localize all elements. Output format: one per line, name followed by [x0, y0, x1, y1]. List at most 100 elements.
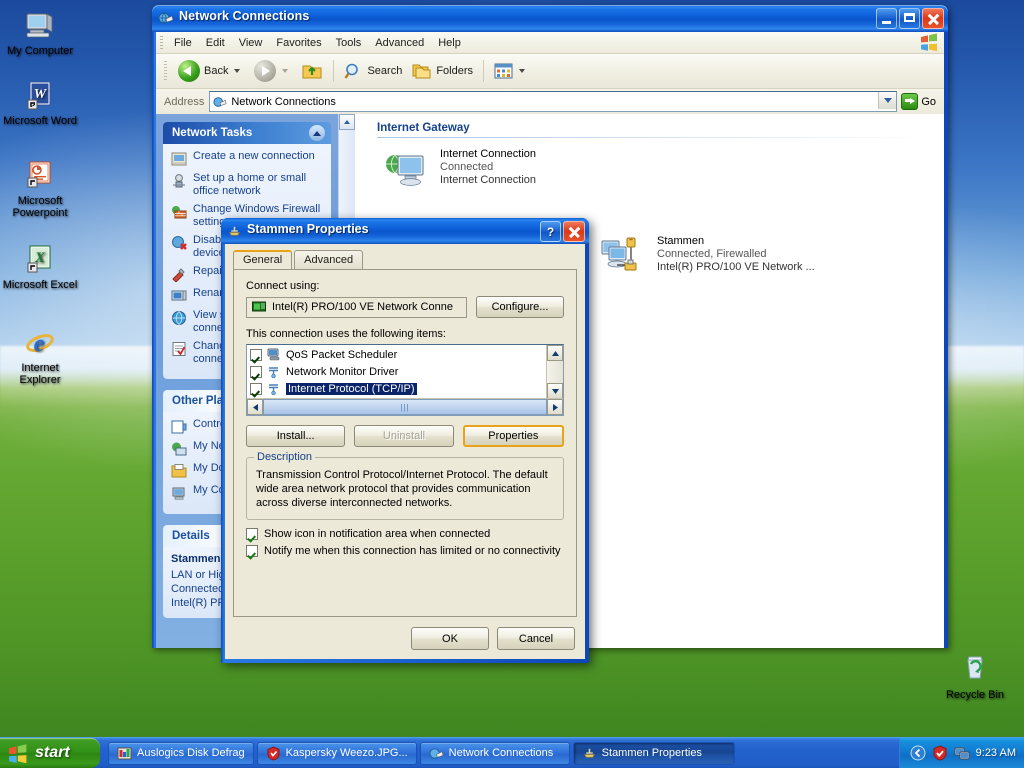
menu-edit[interactable]: Edit: [199, 36, 232, 50]
windows-flag-icon: [8, 743, 29, 763]
component-checkbox[interactable]: [250, 382, 262, 395]
back-dropdown-icon[interactable]: [234, 69, 241, 73]
help-button[interactable]: ?: [540, 221, 561, 242]
show-hidden-icons-icon[interactable]: [910, 745, 926, 761]
menu-help[interactable]: Help: [431, 36, 468, 50]
taskbar-button-stammen-properties[interactable]: Stammen Properties: [572, 741, 735, 765]
scroll-right-icon[interactable]: [547, 399, 563, 415]
desktop-icon-microsoft-powerpoint[interactable]: Microsoft Powerpoint: [0, 158, 80, 223]
window-buttons[interactable]: [876, 8, 944, 29]
desktop-icon-microsoft-excel[interactable]: X Microsoft Excel: [0, 242, 80, 295]
disable-device-icon: [171, 235, 187, 251]
desktop-icon-my-computer[interactable]: My Computer: [0, 8, 80, 61]
desktop-icon-internet-explorer[interactable]: e Internet Explorer: [0, 325, 80, 390]
network-connections-icon: [429, 746, 444, 761]
connection-text: Internet Connection Connected Internet C…: [440, 148, 536, 187]
desktop-icon-recycle-bin[interactable]: Recycle Bin: [935, 652, 1015, 705]
group-divider: [377, 137, 930, 138]
scroll-up-icon[interactable]: [547, 345, 563, 361]
components-listbox[interactable]: QoS Packet Scheduler Network Monitor Dri…: [246, 344, 564, 416]
taskbar-button-label: Stammen Properties: [601, 747, 702, 759]
component-checkbox[interactable]: [250, 365, 262, 378]
menu-tools[interactable]: Tools: [329, 36, 369, 50]
list-item[interactable]: QoS Packet Scheduler: [247, 346, 546, 363]
desktop-icon-microsoft-word[interactable]: W Microsoft Word: [0, 78, 80, 131]
close-icon[interactable]: [563, 221, 585, 242]
maximize-icon[interactable]: [899, 8, 920, 29]
window-titlebar[interactable]: Network Connections: [152, 5, 948, 32]
menu-view[interactable]: View: [232, 36, 270, 50]
forward-button[interactable]: [249, 57, 293, 85]
taskbar-button-kaspersky[interactable]: Kaspersky Weezo.JPG...: [256, 741, 417, 765]
address-label: Address: [164, 95, 205, 108]
install-button[interactable]: Install...: [246, 425, 346, 447]
menu-advanced[interactable]: Advanced: [368, 36, 431, 50]
control-panel-icon: [171, 419, 187, 435]
svg-text:e: e: [34, 331, 45, 357]
tab-advanced[interactable]: Advanced: [294, 250, 364, 269]
start-button[interactable]: start: [0, 738, 100, 768]
taskbar[interactable]: start Auslogics Disk Defrag Kaspersky We…: [0, 737, 1024, 768]
connection-item-internet-connection[interactable]: Internet Connection Connected Internet C…: [355, 148, 944, 192]
kaspersky-tray-icon[interactable]: [932, 745, 948, 761]
cancel-button[interactable]: Cancel: [497, 627, 575, 650]
taskbar-buttons[interactable]: Auslogics Disk Defrag Kaspersky Weezo.JP…: [108, 741, 735, 765]
desktop[interactable]: My Computer W Microsoft Word Microsoft P…: [0, 0, 1024, 768]
search-button[interactable]: Search: [339, 59, 407, 84]
properties-button[interactable]: Properties: [462, 425, 564, 447]
menu-file[interactable]: File: [167, 36, 199, 50]
network-tray-icon[interactable]: [954, 745, 970, 761]
notify-checkbox-row[interactable]: Notify me when this connection has limit…: [246, 545, 564, 557]
list-item[interactable]: Internet Protocol (TCP/IP): [247, 380, 546, 397]
adapter-field[interactable]: Intel(R) PRO/100 VE Network Conne: [246, 296, 467, 318]
folders-button[interactable]: Folders: [407, 59, 478, 83]
chevron-up-icon[interactable]: [309, 125, 325, 141]
menu-grip[interactable]: [160, 36, 163, 49]
menu-favorites[interactable]: Favorites: [269, 36, 328, 50]
show-icon-checkbox-row[interactable]: Show icon in notification area when conn…: [246, 528, 564, 540]
scroll-up-icon[interactable]: [339, 114, 355, 130]
sidebar-item-create-connection[interactable]: Create a new connection: [171, 150, 323, 167]
forward-dropdown-icon[interactable]: [282, 69, 289, 73]
tab-general[interactable]: General: [233, 250, 293, 269]
dialog-titlebar[interactable]: Stammen Properties ?: [221, 218, 589, 244]
component-checkbox[interactable]: [250, 348, 262, 361]
views-dropdown-icon[interactable]: [519, 69, 526, 73]
listbox-vertical-scrollbar[interactable]: [546, 345, 563, 399]
menu-bar[interactable]: File Edit View Favorites Tools Advanced …: [156, 32, 944, 54]
go-button[interactable]: Go: [901, 93, 944, 110]
listbox-horizontal-scrollbar[interactable]: |||: [247, 398, 563, 415]
scroll-left-icon[interactable]: [247, 399, 263, 415]
system-tray[interactable]: 9:23 AM: [898, 738, 1024, 768]
panel-header-network-tasks[interactable]: Network Tasks: [163, 122, 331, 144]
taskbar-button-defrag[interactable]: Auslogics Disk Defrag: [108, 741, 254, 765]
minimize-icon[interactable]: [876, 8, 897, 29]
scroll-down-icon[interactable]: [547, 383, 563, 399]
views-button[interactable]: [489, 60, 530, 83]
address-bar[interactable]: Address Network Connections Go: [156, 89, 944, 115]
notify-checkbox[interactable]: [246, 545, 258, 557]
clock[interactable]: 9:23 AM: [976, 747, 1016, 759]
stammen-properties-dialog[interactable]: Stammen Properties ? General Advanced Co…: [221, 218, 589, 663]
configure-button[interactable]: Configure...: [476, 296, 564, 318]
adapter-name: Intel(R) PRO/100 VE Network Conne: [272, 301, 453, 313]
toolbar[interactable]: Back Search Folders: [156, 54, 944, 89]
toolbar-grip[interactable]: [164, 61, 167, 81]
close-icon[interactable]: [922, 8, 944, 29]
desktop-icon-label: Internet Explorer: [19, 362, 61, 386]
hscroll-thumb[interactable]: |||: [263, 399, 547, 415]
ok-button[interactable]: OK: [411, 627, 489, 650]
connection-status: Connected: [440, 161, 494, 173]
address-input[interactable]: Network Connections: [209, 91, 898, 112]
view-status-icon: [171, 310, 187, 326]
taskbar-button-network-connections[interactable]: Network Connections: [419, 741, 570, 765]
up-button[interactable]: [297, 58, 328, 84]
list-item[interactable]: Network Monitor Driver: [247, 363, 546, 380]
toolbar-separator: [333, 60, 335, 82]
show-icon-checkbox[interactable]: [246, 528, 258, 540]
dialog-tabs[interactable]: General Advanced: [225, 244, 585, 269]
back-button[interactable]: Back: [173, 57, 245, 85]
dialog-window-buttons[interactable]: ?: [540, 221, 585, 242]
chevron-down-icon[interactable]: [878, 92, 897, 109]
sidebar-item-setup-network[interactable]: Set up a home or small office network: [171, 172, 323, 198]
